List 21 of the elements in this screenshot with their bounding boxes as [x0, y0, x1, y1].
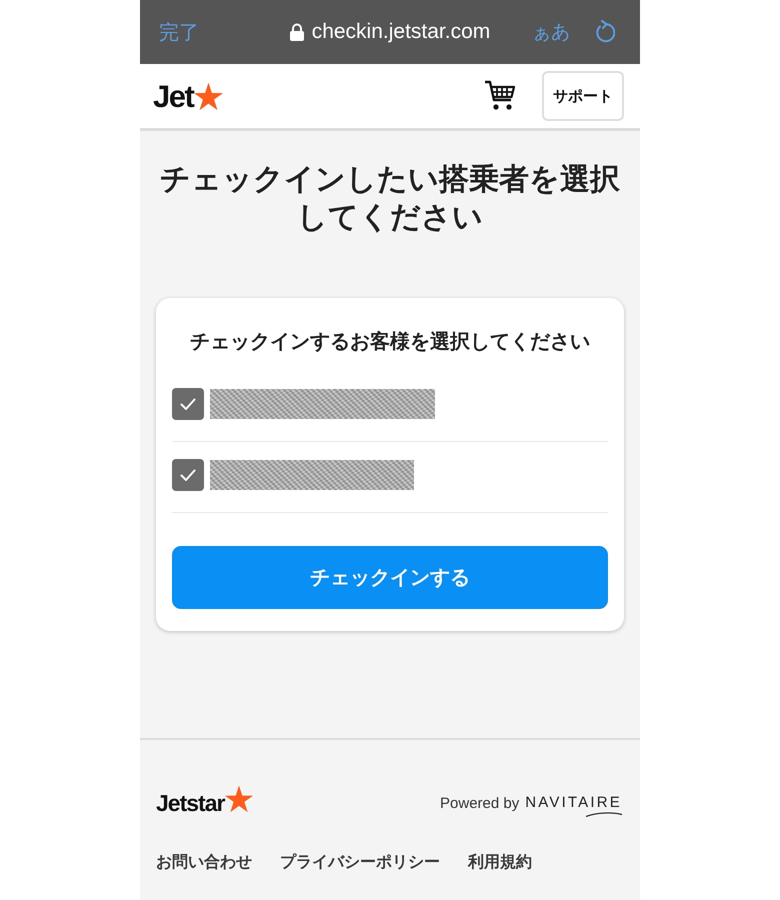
- check-icon: [180, 469, 196, 481]
- star-icon: [225, 785, 254, 813]
- swoosh-icon: [586, 812, 622, 816]
- page-title: チェックインしたい搭乗者を選択してください: [159, 162, 621, 236]
- support-button[interactable]: サポート: [542, 71, 624, 121]
- url-text[interactable]: checkin.jetstar.com: [312, 20, 490, 44]
- checkbox[interactable]: [172, 459, 204, 491]
- check-icon: [180, 398, 196, 410]
- footer-link[interactable]: 利用規約: [468, 852, 532, 873]
- star-icon: [194, 82, 224, 110]
- checkbox[interactable]: [172, 388, 204, 420]
- footer-link[interactable]: お問い合わせ: [156, 852, 252, 873]
- lock-icon: [290, 23, 304, 41]
- logo-wordmark[interactable]: Jet: [153, 80, 194, 112]
- footer-link[interactable]: プライバシーポリシー: [280, 852, 440, 873]
- powered-by-text: Powered by: [440, 794, 520, 812]
- partner-logo-wordmark: NAVITAIRE: [525, 794, 622, 812]
- footer-logo-wordmark[interactable]: Jetstar: [156, 790, 224, 816]
- reload-icon[interactable]: [594, 20, 615, 44]
- card-heading: チェックインするお客様を選択してください: [189, 330, 591, 355]
- cart-icon[interactable]: [484, 80, 516, 112]
